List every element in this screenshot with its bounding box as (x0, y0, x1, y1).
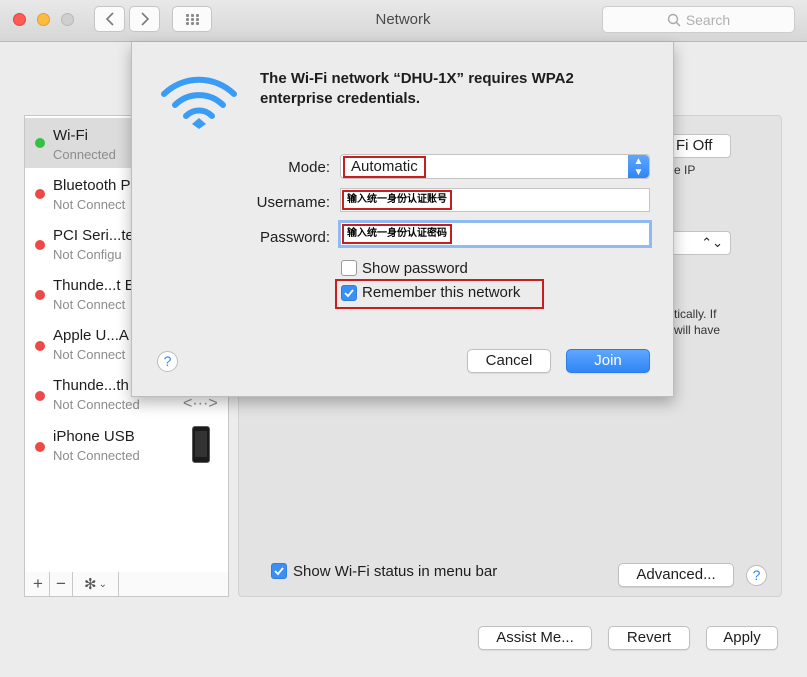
status-dot (35, 290, 45, 300)
action-menu-button[interactable]: ✻ ⌄ (73, 572, 119, 596)
service-status: Connected (53, 147, 116, 162)
username-value: 输入统一身份认证账号 (342, 190, 452, 210)
join-button[interactable]: Join (566, 349, 650, 373)
search-icon (667, 13, 681, 27)
thunderbolt-bridge-icon: <···> (183, 395, 218, 412)
help-button[interactable]: ? (746, 565, 767, 586)
status-description: e IP (674, 163, 696, 177)
chevron-down-icon: ⌄ (98, 578, 107, 590)
status-dot (35, 189, 45, 199)
remember-network-label: Remember this network (362, 284, 521, 301)
service-status: Not Connect (53, 297, 126, 312)
password-value: 输入统一身份认证密码 (342, 224, 452, 244)
service-status: Not Connect (53, 197, 126, 212)
sidebar-toolbar: + − ✻ ⌄ (24, 572, 229, 597)
service-name: PCI Seri...te (53, 227, 134, 244)
up-down-arrows-icon: ⌃⌄ (701, 235, 723, 250)
show-password-checkbox[interactable] (341, 260, 357, 276)
ask-join-description: tically. If (674, 307, 717, 321)
service-name: Apple U...A (53, 327, 129, 344)
search-placeholder: Search (685, 11, 731, 28)
status-dot (35, 341, 45, 351)
service-status: Not Configu (53, 247, 122, 262)
service-status: Not Connected (53, 397, 140, 412)
advanced-button[interactable]: Advanced... (618, 563, 734, 587)
zoom-window-button[interactable] (61, 13, 74, 26)
wifi-icon (161, 76, 237, 129)
chevron-right-icon (140, 12, 149, 26)
service-status: Not Connect (53, 347, 126, 362)
remember-network-checkbox[interactable] (341, 285, 357, 301)
up-down-arrows-icon: ▲ ▼ (628, 155, 649, 178)
show-wifi-status-label: Show Wi-Fi status in menu bar (293, 563, 498, 580)
service-name: Bluetooth P (53, 177, 131, 194)
checkmark-icon (274, 567, 284, 576)
search-field[interactable]: Search (602, 6, 795, 33)
iphone-icon (192, 426, 210, 463)
service-name: iPhone USB (53, 428, 135, 445)
checkmark-icon (344, 289, 354, 298)
show-all-button[interactable] (172, 6, 212, 32)
status-dot (35, 391, 45, 401)
network-name-select[interactable]: ⌃⌄ (665, 231, 731, 255)
apply-button[interactable]: Apply (706, 626, 778, 650)
wifi-credentials-dialog: The Wi-Fi network “DHU-1X” requires WPA2… (131, 42, 674, 397)
forward-button[interactable] (129, 6, 160, 32)
window-title: Network (375, 11, 431, 28)
service-name: Wi-Fi (53, 127, 88, 144)
add-service-button[interactable]: + (27, 572, 50, 596)
back-button[interactable] (94, 6, 125, 32)
mode-value: Automatic (343, 156, 426, 178)
service-name: Thunde...t B (53, 277, 135, 294)
dialog-help-button[interactable]: ? (157, 351, 178, 372)
status-dot (35, 138, 45, 148)
ask-join-description-2: will have (674, 323, 721, 337)
show-wifi-status-checkbox[interactable] (271, 563, 287, 579)
list-item[interactable]: iPhone USB Not Connected (25, 424, 228, 474)
cancel-button[interactable]: Cancel (467, 349, 551, 373)
password-label: Password: (259, 229, 330, 246)
close-window-button[interactable] (13, 13, 26, 26)
service-status: Not Connected (53, 448, 140, 463)
minimize-window-button[interactable] (37, 13, 50, 26)
assist-me-button[interactable]: Assist Me... (478, 626, 592, 650)
turn-wifi-off-button[interactable]: Fi Off (665, 134, 731, 158)
revert-button[interactable]: Revert (608, 626, 690, 650)
service-name: Thunde...th (53, 377, 129, 394)
username-label: Username: (256, 194, 330, 211)
remove-service-button[interactable]: − (50, 572, 73, 596)
mode-label: Mode: (288, 159, 330, 176)
gear-icon: ✻ (84, 576, 97, 593)
chevron-left-icon (105, 12, 114, 26)
dialog-title: The Wi-Fi network “DHU-1X” requires WPA2… (260, 70, 574, 107)
status-dot (35, 240, 45, 250)
show-password-label: Show password (362, 260, 468, 277)
status-dot (35, 442, 45, 452)
